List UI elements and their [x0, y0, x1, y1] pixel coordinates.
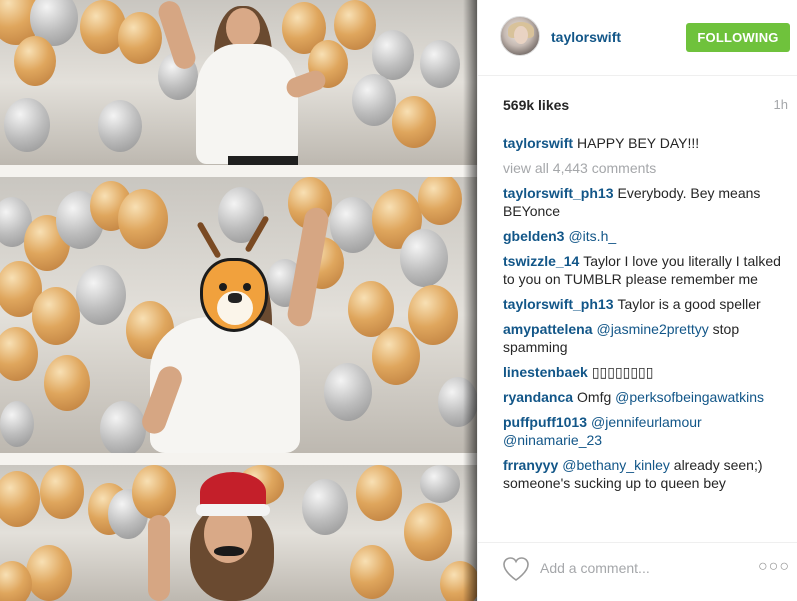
comment-author[interactable]: linestenbaek — [503, 364, 588, 380]
comment-text: ▯▯▯▯▯▯▯▯ — [591, 364, 654, 380]
balloon — [14, 36, 56, 86]
arm — [148, 515, 170, 601]
view-all-comments-link[interactable]: view all 4,443 comments — [503, 159, 788, 177]
comments-list: taylorswift HAPPY BEY DAY!!! view all 4,4… — [503, 134, 788, 499]
balloon — [408, 285, 458, 345]
balloon — [418, 177, 462, 225]
post-time-ago[interactable]: 1h — [774, 97, 788, 112]
balloon — [352, 74, 396, 126]
comment-author[interactable]: taylorswift_ph13 — [503, 185, 613, 201]
santa-hat-brim — [196, 504, 270, 516]
list-item: tswizzle_14 Taylor I love you literally I… — [503, 252, 788, 288]
tiger-mask-sticker — [200, 258, 268, 332]
balloon — [0, 471, 40, 527]
comment-mention[interactable]: @jasmine2prettyy — [596, 321, 708, 337]
balloon — [350, 545, 394, 599]
strip-divider — [0, 453, 477, 465]
list-item: taylorswift_ph13 Taylor is a good speller — [503, 295, 788, 313]
balloon — [420, 465, 460, 503]
balloon — [324, 363, 372, 421]
photo-edge-shadow — [463, 0, 477, 601]
balloon — [98, 100, 142, 152]
belt — [228, 156, 298, 165]
balloon — [400, 229, 448, 287]
balloon — [76, 265, 126, 325]
comment-author[interactable]: gbelden3 — [503, 228, 564, 244]
balloon — [32, 287, 80, 345]
avatar[interactable] — [500, 16, 540, 56]
post-sidebar: taylorswift FOLLOWING 569k likes 1h tayl… — [477, 0, 797, 601]
comment-author[interactable]: tswizzle_14 — [503, 253, 579, 269]
balloon — [44, 355, 90, 411]
list-item: gbelden3 @its.h_ — [503, 227, 788, 245]
comment-author[interactable]: puffpuff1013 — [503, 414, 587, 430]
comment-author[interactable]: ryandanca — [503, 389, 573, 405]
shirt — [196, 44, 298, 164]
balloon — [356, 465, 402, 521]
balloon — [404, 503, 452, 561]
balloon — [372, 30, 414, 80]
username-link[interactable]: taylorswift — [551, 29, 621, 45]
balloon — [302, 479, 348, 535]
post-photo[interactable] — [0, 0, 477, 601]
comment-author[interactable]: taylorswift_ph13 — [503, 296, 613, 312]
add-comment-input[interactable] — [540, 557, 740, 579]
balloon — [0, 401, 34, 447]
more-options-icon[interactable]: ○○○ — [758, 558, 790, 576]
caption-author[interactable]: taylorswift — [503, 135, 573, 151]
mustache-sticker — [214, 546, 244, 556]
balloon — [4, 98, 50, 152]
strip-divider — [0, 165, 477, 177]
comment-mention[interactable]: @its.h_ — [568, 228, 616, 244]
balloon — [0, 327, 38, 381]
balloon — [40, 465, 84, 519]
list-item: puffpuff1013 @jennifeurlamour @ninamarie_… — [503, 413, 788, 449]
comment-text: Taylor is a good speller — [617, 296, 761, 312]
balloon — [132, 465, 176, 519]
face — [226, 8, 260, 48]
balloon — [118, 12, 162, 64]
balloon — [100, 401, 146, 453]
comment-author[interactable]: amypattelena — [503, 321, 592, 337]
list-item: amypattelena @jasmine2prettyy stop spammi… — [503, 320, 788, 356]
heart-outline-icon[interactable] — [502, 556, 530, 582]
caption-text: HAPPY BEY DAY!!! — [577, 135, 700, 151]
list-item: ryandanca Omfg @perksofbeingawatkins — [503, 388, 788, 406]
balloon — [26, 545, 72, 601]
caption: taylorswift HAPPY BEY DAY!!! — [503, 134, 788, 152]
comment-mention[interactable]: @bethany_kinley — [562, 457, 670, 473]
list-item: linestenbaek ▯▯▯▯▯▯▯▯ — [503, 363, 788, 381]
balloon — [392, 96, 436, 148]
balloon — [334, 0, 376, 50]
comment-footer: ○○○ — [478, 542, 797, 601]
balloon — [372, 327, 420, 385]
comment-mention[interactable]: @perksofbeingawatkins — [615, 389, 764, 405]
likes-count[interactable]: 569k likes — [503, 97, 569, 113]
photo-strip-frame-1 — [0, 0, 477, 165]
list-item: frranyyy @bethany_kinley already seen;) s… — [503, 456, 788, 492]
post-header: taylorswift FOLLOWING — [478, 0, 797, 76]
comment-text: Omfg — [577, 389, 612, 405]
balloon — [420, 40, 460, 88]
following-button[interactable]: FOLLOWING — [686, 23, 790, 52]
comment-author[interactable]: frranyyy — [503, 457, 558, 473]
list-item: taylorswift_ph13 Everybody. Bey means BEY… — [503, 184, 788, 220]
balloon — [118, 189, 168, 249]
